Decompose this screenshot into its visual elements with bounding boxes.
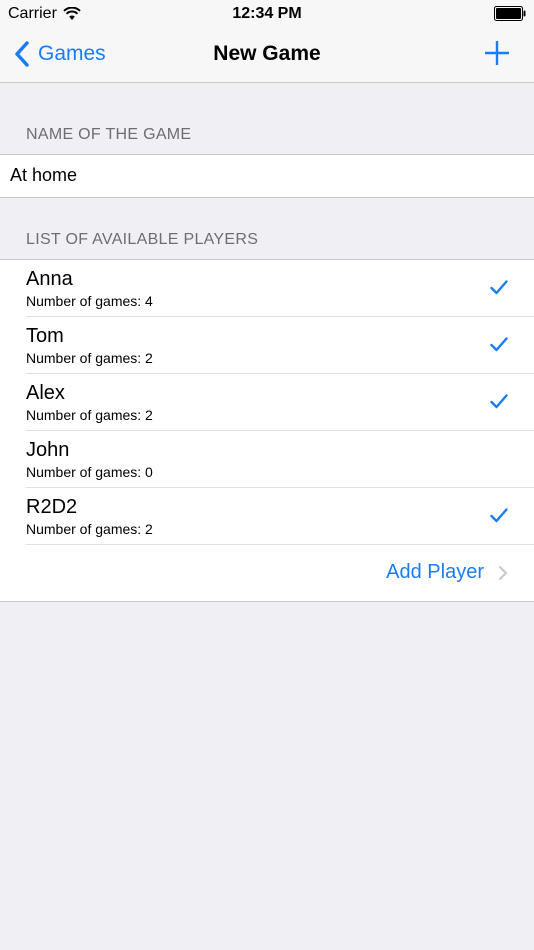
page-title: New Game (213, 42, 321, 65)
checkmark-icon (490, 280, 508, 295)
player-name: John (26, 439, 70, 461)
checkmark-icon (490, 508, 508, 523)
player-row-john[interactable]: John Number of games: 0 (26, 431, 534, 488)
game-name-input[interactable] (10, 165, 510, 186)
chevron-right-icon (499, 566, 507, 580)
plus-icon[interactable] (484, 40, 510, 66)
player-games-count: Number of games: 2 (26, 407, 153, 423)
player-games-count: Number of games: 4 (26, 293, 153, 309)
player-games-count: Number of games: 2 (26, 521, 153, 537)
navigation-bar: Games New Game (0, 28, 534, 83)
checkmark-icon (490, 337, 508, 352)
player-row-tom[interactable]: Tom Number of games: 2 (26, 317, 534, 374)
player-games-count: Number of games: 2 (26, 350, 153, 366)
section-header-game-name: NAME OF THE GAME (26, 126, 192, 143)
player-name: Tom (26, 325, 64, 347)
player-name: R2D2 (26, 496, 78, 518)
battery-icon (494, 6, 526, 21)
players-list: Anna Number of games: 4 Tom Number of ga… (0, 259, 534, 602)
add-player-button[interactable]: Add Player (0, 545, 534, 601)
section-header-players: LIST OF AVAILABLE PLAYERS (26, 231, 259, 248)
player-name: Anna (26, 268, 73, 290)
add-player-label: Add Player (386, 561, 484, 583)
game-name-cell (0, 154, 534, 198)
status-bar: Carrier 12:34 PM (0, 0, 534, 28)
status-time: 12:34 PM (232, 5, 302, 22)
player-row-r2d2[interactable]: R2D2 Number of games: 2 (26, 488, 534, 545)
player-row-anna[interactable]: Anna Number of games: 4 (26, 260, 534, 317)
player-name: Alex (26, 382, 65, 404)
player-games-count: Number of games: 0 (26, 464, 153, 480)
player-row-alex[interactable]: Alex Number of games: 2 (26, 374, 534, 431)
checkmark-icon (490, 394, 508, 409)
